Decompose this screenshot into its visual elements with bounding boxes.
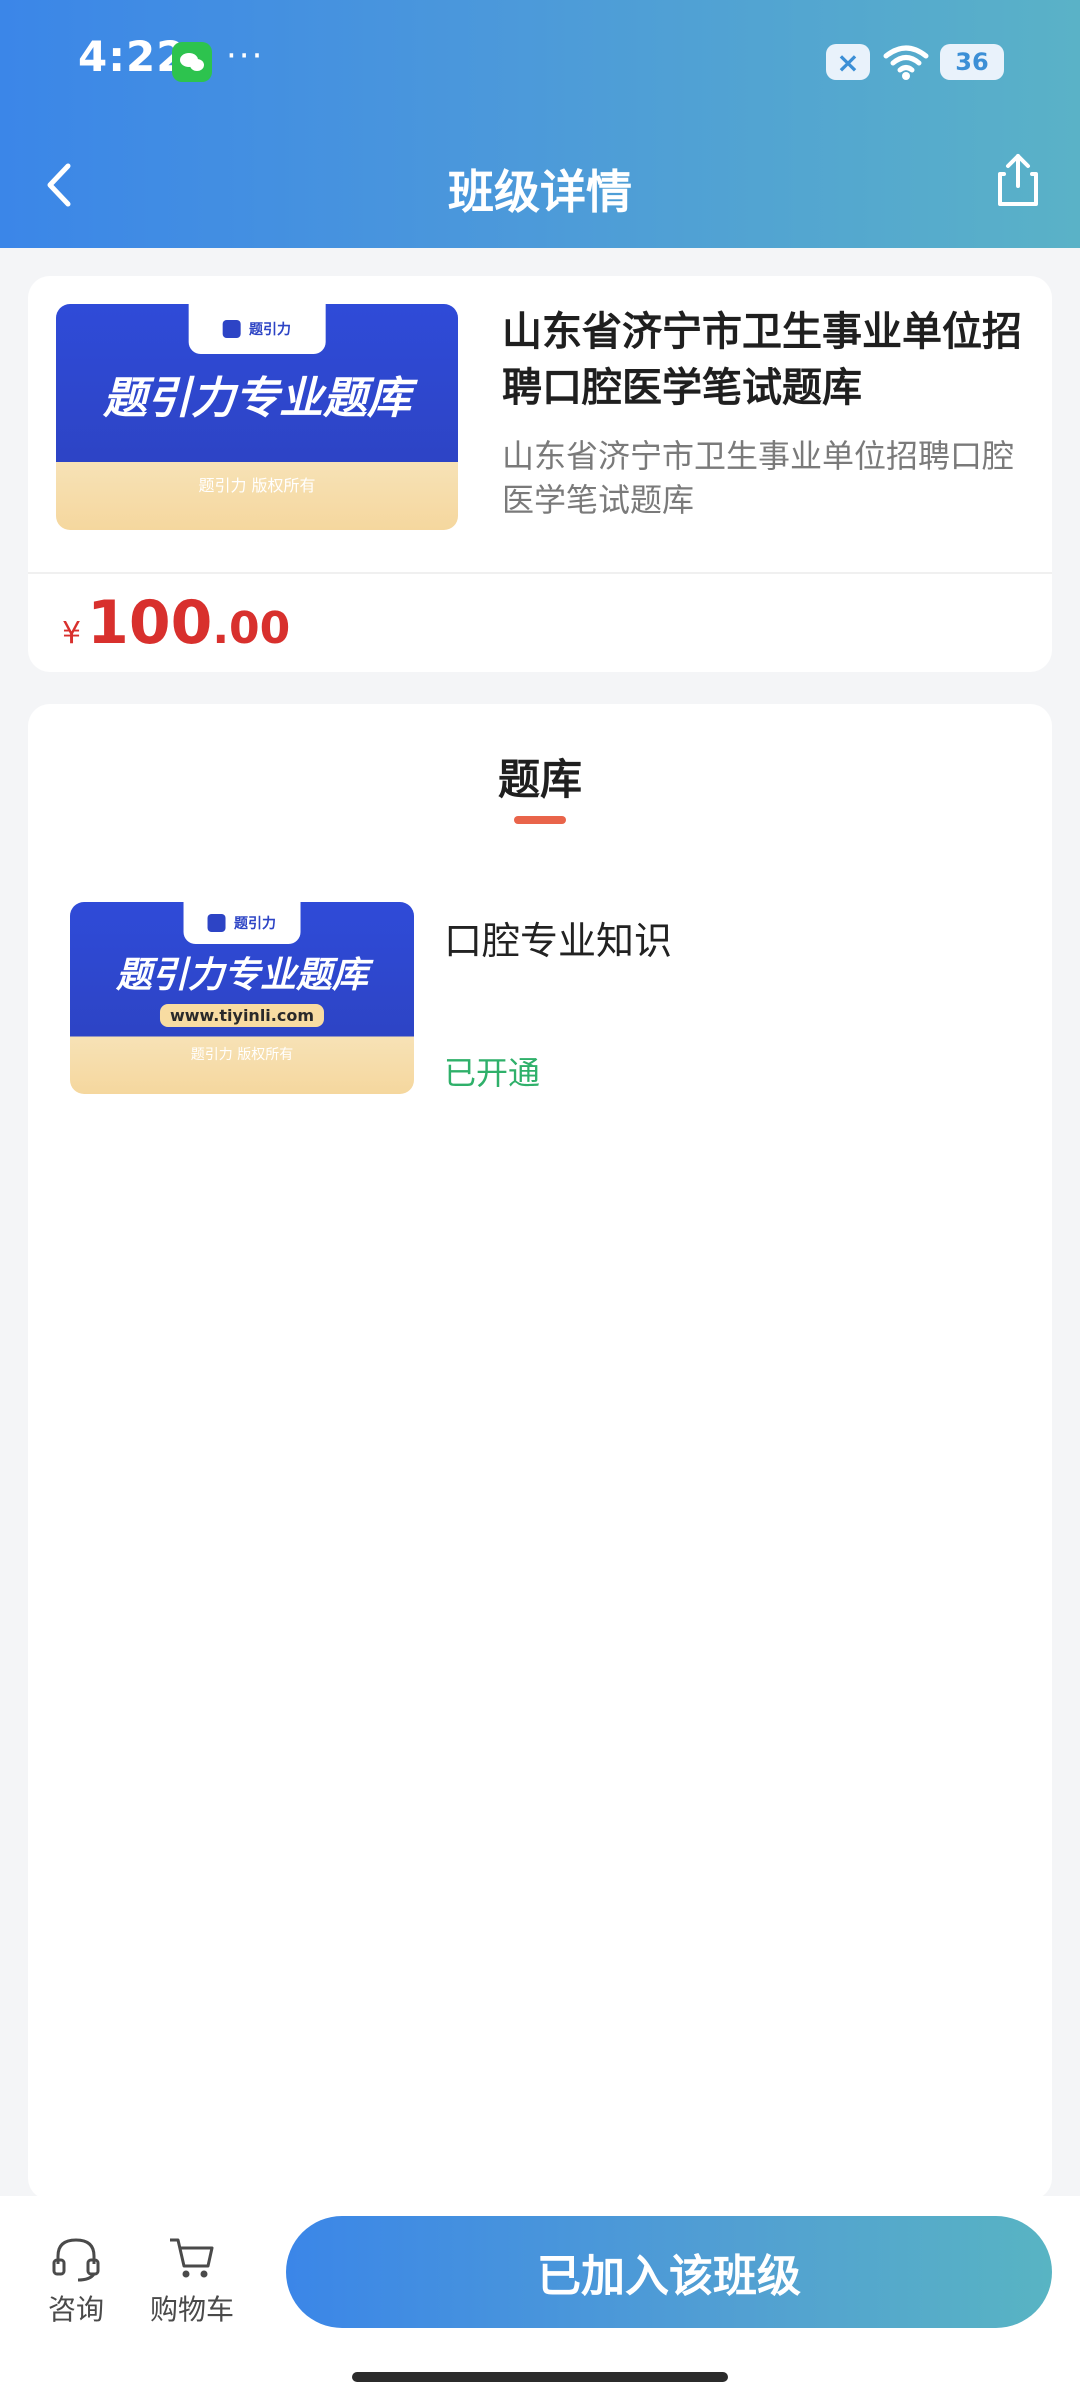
close-icon: × (826, 44, 870, 80)
brand-label: 题引力 (248, 321, 291, 338)
status-time: 4:22 (78, 32, 187, 81)
section-title[interactable]: 题库 (28, 746, 1052, 807)
bank-item-title: 口腔专业知识 (444, 919, 673, 963)
bottom-bar: 咨询 购物车 已加入该班级 (0, 2196, 1080, 2400)
nav-bar: 班级详情 (0, 130, 1080, 240)
tab-indicator (514, 816, 566, 824)
wifi-icon (883, 45, 929, 80)
price-decimal: .00 (212, 603, 291, 654)
bank-item-cover-image: 题引力 题引力专业题库 www.tiyinli.com 题引力 版权所有 (70, 902, 414, 1094)
brand-badge: 题引力 (183, 902, 301, 945)
cover-url: www.tiyinli.com (159, 1004, 325, 1027)
more-dots-icon: ··· (226, 36, 265, 76)
product-title: 山东省济宁市卫生事业单位招聘口腔医学笔试题库 (502, 309, 1022, 411)
cart-label: 购物车 (149, 2293, 234, 2326)
header: 4:22 ··· × 36 班级详情 (0, 0, 1080, 248)
brand-logo-icon (222, 319, 241, 338)
cover-headline: 题引力专业题库 (115, 955, 368, 996)
cover-headline: 题引力专业题库 (103, 373, 411, 424)
join-class-button[interactable]: 已加入该班级 (286, 2216, 1052, 2328)
wechat-icon (172, 42, 212, 82)
cover-copyright: 题引力 版权所有 (198, 476, 316, 495)
question-bank-card: 题库 题引力 题引力专业题库 www.tiyinli.com 题引力 版权所有 … (28, 704, 1052, 2200)
product-subtitle: 山东省济宁市卫生事业单位招聘口腔医学笔试题库 (502, 437, 1015, 519)
price: ¥ 100 .00 (62, 588, 290, 658)
cart-button[interactable]: 购物车 (132, 2234, 252, 2328)
product-card: 题引力 题引力专业题库 题引力 版权所有 山东省济宁市卫生事业单位招聘口腔医学笔… (28, 276, 1052, 672)
brand-logo-icon (207, 914, 226, 933)
brand-label: 题引力 (233, 916, 276, 933)
status-bar: 4:22 ··· × 36 (0, 0, 1080, 120)
headset-icon (52, 2238, 100, 2282)
consult-button[interactable]: 咨询 (16, 2234, 136, 2328)
consult-label: 咨询 (47, 2293, 104, 2326)
cover-copyright: 题引力 版权所有 (190, 1047, 294, 1063)
divider (28, 572, 1052, 574)
product-cover-image: 题引力 题引力专业题库 题引力 版权所有 (56, 304, 458, 530)
battery-indicator: 36 (940, 44, 1004, 80)
home-indicator (352, 2372, 728, 2382)
page-title: 班级详情 (448, 165, 632, 219)
price-integer: 100 (87, 588, 213, 658)
brand-badge: 题引力 (188, 304, 326, 354)
cart-icon (170, 2238, 214, 2278)
share-icon[interactable] (996, 152, 1040, 208)
bank-item-status: 已开通 (444, 1054, 541, 1092)
price-currency: ¥ (62, 616, 82, 651)
